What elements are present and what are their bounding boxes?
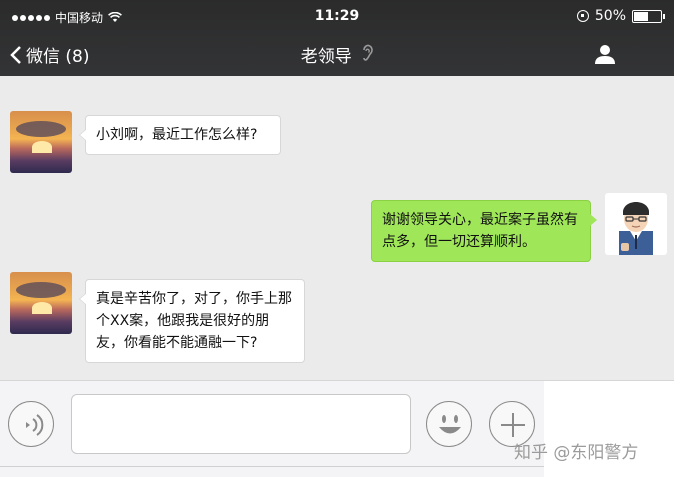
orientation-lock-icon <box>576 10 589 22</box>
voice-button[interactable] <box>8 401 54 447</box>
message-bubble-outgoing[interactable]: 谢谢领导关心，最近案子虽然有点多，但一切还算顺利。 <box>371 200 597 262</box>
message-text: 小刘啊，最近工作怎么样? <box>96 127 258 143</box>
status-bar: 中国移动 11:29 50% <box>0 0 674 34</box>
chat-header: 微信 (8) 老领导 <box>0 34 674 76</box>
watermark-area: 知乎 @东阳警方 <box>514 381 674 477</box>
ear-icon <box>363 44 373 61</box>
battery-fill <box>634 11 648 21</box>
message-text: 谢谢领导关心，最近案子虽然有点多，但一切还算顺利。 <box>382 212 578 250</box>
top-bar: 中国移动 11:29 50% 微信 (8) 老领导 <box>0 0 674 76</box>
smiley-icon <box>439 415 461 434</box>
message-input[interactable] <box>71 394 411 454</box>
battery-percentage: 50% <box>594 8 626 24</box>
leader-avatar[interactable] <box>10 272 72 334</box>
watermark-text: 知乎 @东阳警方 <box>514 443 639 463</box>
chat-title: 老领导 <box>0 42 674 67</box>
chat-area[interactable]: 小刘啊，最近工作怎么样? 谢谢领导关心，最近案子虽然有点多，但一切还算顺利。 真… <box>0 76 674 380</box>
voice-icon <box>26 414 44 436</box>
emoji-button[interactable] <box>426 401 472 447</box>
police-officer-icon <box>619 202 653 255</box>
clock: 11:29 <box>314 8 360 24</box>
battery-status: 50% <box>576 8 665 24</box>
message-bubble-incoming[interactable]: 小刘啊，最近工作怎么样? <box>79 115 281 155</box>
input-bar: 知乎 @东阳警方 <box>0 380 674 477</box>
contact-name: 老领导 <box>300 47 352 67</box>
message-text: 真是辛苦你了，对了，你手上那个XX案，他跟我是很好的朋友，你看能不能通融一下? <box>96 291 292 351</box>
divider <box>0 466 544 467</box>
police-officer-avatar[interactable] <box>605 193 667 255</box>
leader-avatar[interactable] <box>10 111 72 173</box>
message-bubble-incoming[interactable]: 真是辛苦你了，对了，你手上那个XX案，他跟我是很好的朋友，你看能不能通融一下? <box>79 279 305 363</box>
battery-icon <box>632 9 665 23</box>
person-icon[interactable] <box>594 43 616 65</box>
